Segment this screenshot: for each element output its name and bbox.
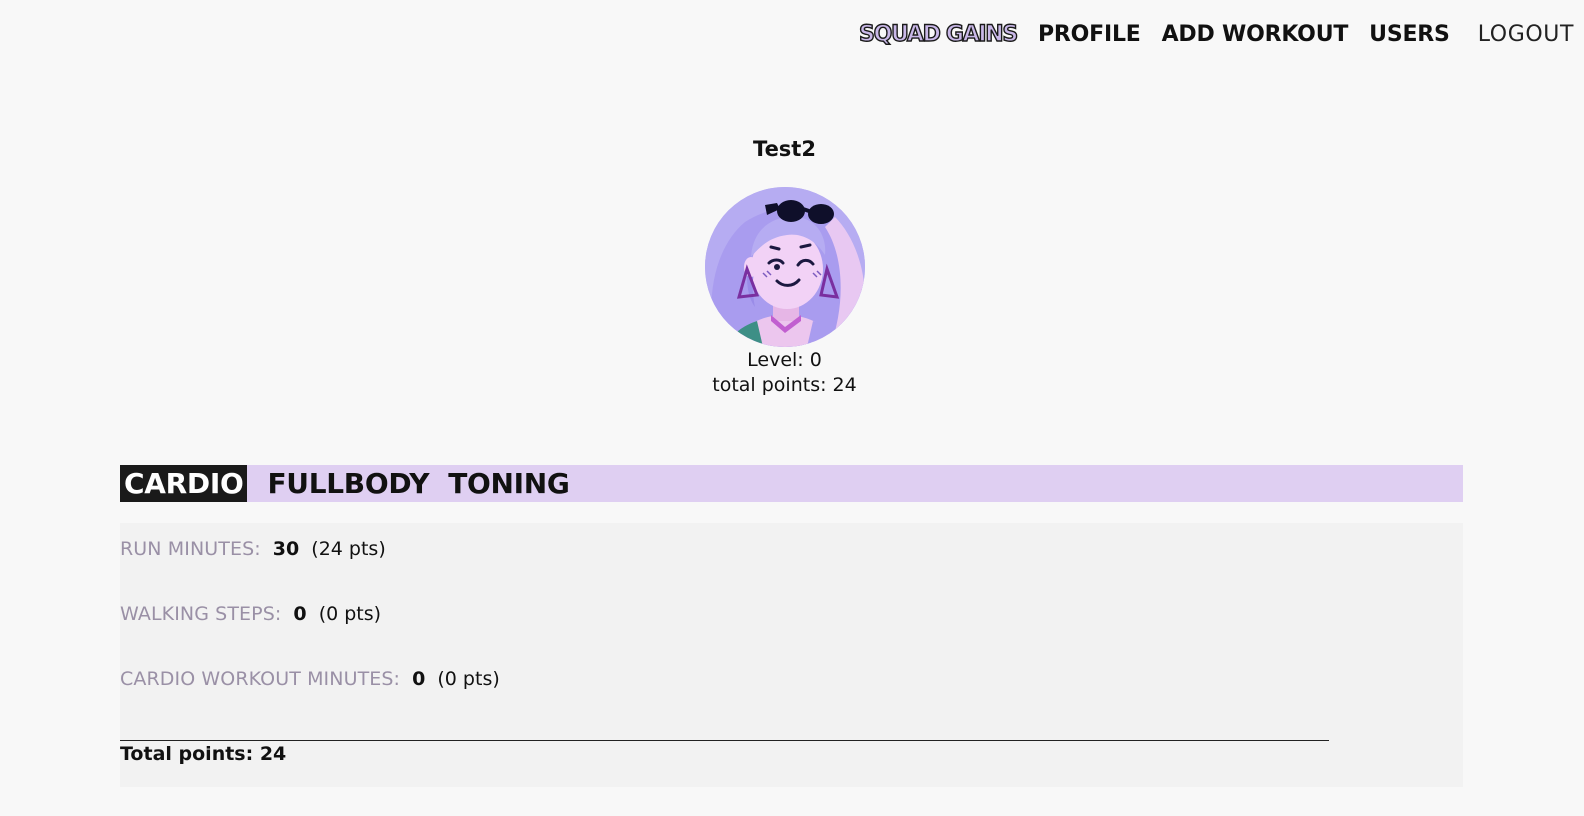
stat-label: CARDIO WORKOUT MINUTES: [120,668,401,690]
brand-link[interactable]: SQUAD GAINS [858,21,1019,47]
stat-label: RUN MINUTES: [120,538,261,560]
level-text: Level: 0 [747,349,822,371]
avatar [704,187,865,347]
stat-row-cardio-workout-minutes: CARDIO WORKOUT MINUTES: 0 (0 pts) [120,668,500,690]
tab-toning[interactable]: TONING [445,465,572,502]
stat-value: 0 [412,668,426,690]
total-points-summary: Total points: 24 [120,743,287,765]
divider [120,740,1329,741]
nav-logout-link[interactable]: LOGOUT [1478,22,1574,47]
stat-points: (0 pts) [318,603,382,625]
tab-cardio[interactable]: CARDIO [120,465,248,502]
stat-points: (24 pts) [311,538,386,560]
profile-header: Test2 Level: 0 total points: 24 [0,137,1584,398]
stat-value: 0 [293,603,307,625]
stat-label: WALKING STEPS: [120,603,282,625]
profile-stats: Level: 0 total points: 24 [712,348,856,398]
stat-value: 30 [272,538,300,560]
nav-profile-link[interactable]: PROFILE [1038,22,1141,47]
cardio-panel: RUN MINUTES: 30 (24 pts) WALKING STEPS: … [120,523,1463,787]
workout-tabs: CARDIO FULLBODY TONING [120,465,1463,502]
tab-fullbody[interactable]: FULLBODY [264,465,432,502]
nav-users-link[interactable]: USERS [1369,22,1450,47]
avatar-illustration [704,187,865,347]
top-nav: SQUAD GAINS PROFILE ADD WORKOUT USERS LO… [858,21,1574,47]
nav-add-workout-link[interactable]: ADD WORKOUT [1162,22,1349,47]
profile-username: Test2 [753,137,816,161]
total-points-text: total points: 24 [712,374,857,396]
stat-row-run-minutes: RUN MINUTES: 30 (24 pts) [120,538,386,560]
stat-row-walking-steps: WALKING STEPS: 0 (0 pts) [120,603,381,625]
stat-points: (0 pts) [437,668,500,690]
